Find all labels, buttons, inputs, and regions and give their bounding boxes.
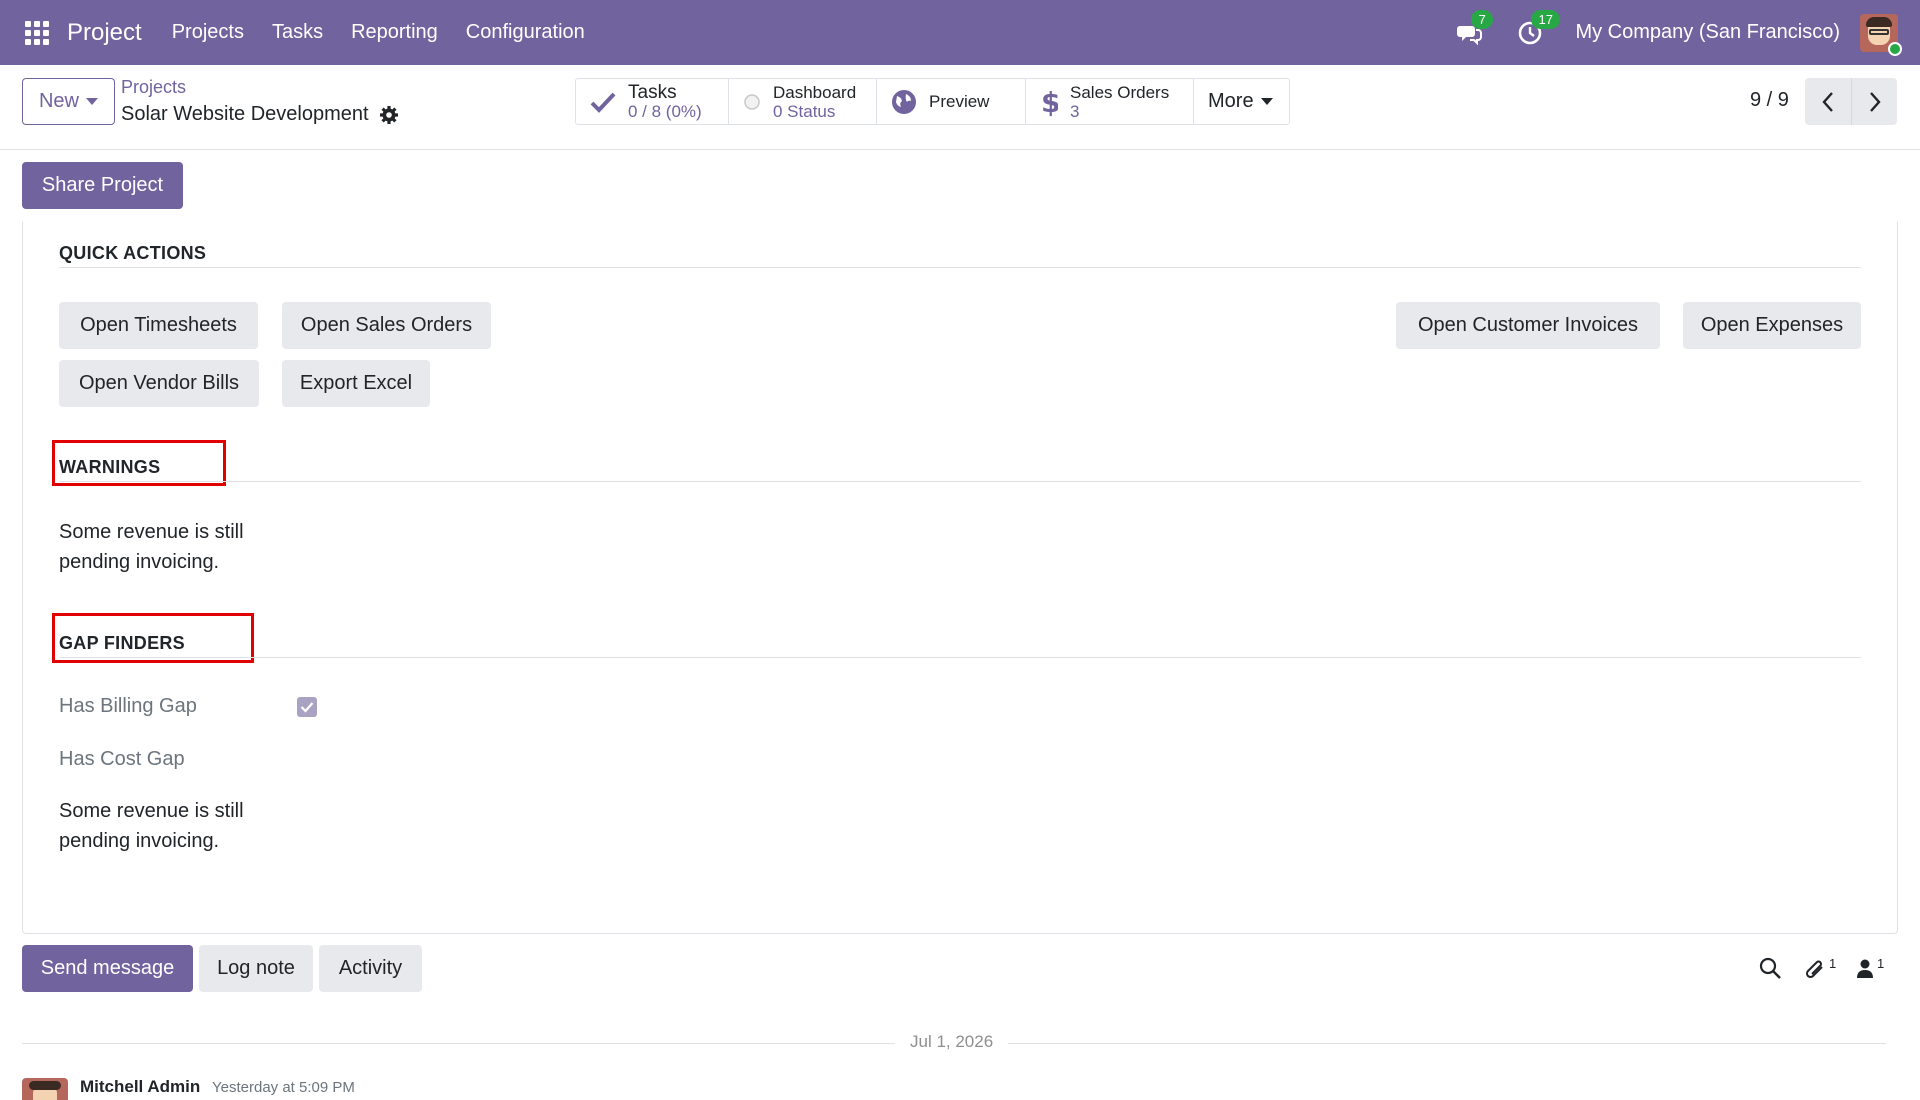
- menu-configuration[interactable]: Configuration: [452, 21, 599, 44]
- warnings-text: Some revenue is still pending invoicing.: [59, 517, 244, 577]
- record-name: Solar Website Development: [121, 103, 369, 125]
- menu-projects[interactable]: Projects: [158, 21, 258, 44]
- check-icon: [590, 92, 616, 113]
- followers-button[interactable]: 1: [1856, 956, 1884, 982]
- open-customer-invoices-button[interactable]: Open Customer Invoices: [1396, 302, 1660, 349]
- company-switcher[interactable]: My Company (San Francisco): [1575, 21, 1840, 44]
- attachments-count: 1: [1829, 956, 1837, 971]
- record-title: Solar Website Development: [121, 103, 399, 126]
- dollar-icon: $: [1041, 87, 1058, 117]
- activities-count-badge: 17: [1531, 9, 1560, 29]
- user-avatar[interactable]: [1860, 13, 1902, 56]
- warnings-line-1: Some revenue is still: [59, 521, 244, 543]
- tasks-value: 0 / 8 (0%): [628, 101, 702, 121]
- activities-button[interactable]: 17: [1515, 9, 1560, 48]
- messages-count-badge: 7: [1471, 9, 1493, 29]
- send-message-button[interactable]: Send message: [22, 945, 193, 992]
- globe-icon: [892, 89, 916, 114]
- open-timesheets-button[interactable]: Open Timesheets: [59, 302, 258, 349]
- gap-note-line-1: Some revenue is still: [59, 800, 244, 822]
- menu-tasks[interactable]: Tasks: [258, 21, 337, 44]
- navbar-systray: 7 17 My Company (San Francisco): [1455, 0, 1920, 65]
- more-label: More: [1208, 90, 1254, 112]
- section-divider: [59, 267, 1861, 268]
- apps-menu-icon[interactable]: [25, 20, 49, 45]
- section-divider: [59, 481, 1861, 482]
- message-time: Yesterday at 5:09 PM: [212, 1079, 355, 1096]
- followers-count: 1: [1877, 956, 1885, 971]
- svg-text:$: $: [1041, 87, 1058, 117]
- app-name[interactable]: Project: [67, 19, 142, 47]
- menu-reporting[interactable]: Reporting: [337, 21, 452, 44]
- open-sales-orders-button[interactable]: Open Sales Orders: [282, 302, 491, 349]
- pager-previous-button[interactable]: [1805, 78, 1851, 125]
- smart-buttons: Tasks 0 / 8 (0%) Dashboard 0 Status Prev…: [575, 78, 1290, 125]
- tasks-stat-button[interactable]: Tasks 0 / 8 (0%): [576, 79, 729, 124]
- export-excel-button[interactable]: Export Excel: [282, 360, 430, 407]
- activity-button[interactable]: Activity: [319, 945, 422, 992]
- quick-actions-title: QUICK ACTIONS: [59, 243, 207, 263]
- breadcrumb-projects[interactable]: Projects: [121, 77, 186, 98]
- gap-note-line-2: pending invoicing.: [59, 830, 220, 852]
- sales-orders-stat-button[interactable]: $ Sales Orders 3: [1026, 79, 1194, 124]
- gap-finders-title: GAP FINDERS: [59, 633, 185, 653]
- chevron-left-icon: [1822, 91, 1833, 112]
- section-divider: [59, 657, 1861, 658]
- message-author[interactable]: Mitchell Admin: [80, 1077, 200, 1097]
- dashboard-stat-button[interactable]: Dashboard 0 Status: [729, 79, 877, 124]
- pager-value[interactable]: 9 / 9: [1750, 89, 1789, 112]
- caret-down-icon: [86, 98, 98, 105]
- sales-orders-value: 3: [1070, 101, 1080, 121]
- chevron-right-icon: [1869, 91, 1881, 112]
- has-billing-gap-checkbox[interactable]: [297, 697, 317, 717]
- new-button-label: New: [38, 90, 79, 112]
- date-separator-label: Jul 1, 2026: [895, 1032, 1009, 1052]
- open-expenses-button[interactable]: Open Expenses: [1683, 302, 1861, 349]
- sales-orders-label: Sales Orders: [1070, 82, 1170, 102]
- control-panel: New Projects Solar Website Development T…: [0, 65, 1920, 150]
- has-billing-gap-label: Has Billing Gap: [59, 695, 197, 717]
- dashboard-value: 0 Status: [773, 101, 836, 121]
- log-note-button[interactable]: Log note: [199, 945, 313, 992]
- pager-next-button[interactable]: [1851, 78, 1897, 125]
- checkmark-icon: [300, 702, 314, 713]
- caret-down-icon: [1260, 98, 1273, 105]
- online-status-icon: [1888, 41, 1902, 56]
- has-cost-gap-label: Has Cost Gap: [59, 748, 185, 770]
- message-author-avatar[interactable]: [22, 1078, 68, 1100]
- top-navbar: Project Projects Tasks Reporting Configu…: [0, 0, 1920, 65]
- warnings-title: WARNINGS: [59, 457, 161, 477]
- search-icon: [1759, 957, 1781, 979]
- attachments-button[interactable]: 1: [1802, 956, 1836, 982]
- preview-button[interactable]: Preview: [877, 79, 1026, 124]
- user-icon: [1857, 959, 1873, 978]
- messages-button[interactable]: 7: [1455, 9, 1493, 48]
- tasks-label: Tasks: [628, 81, 677, 103]
- new-button[interactable]: New: [22, 78, 115, 125]
- more-button[interactable]: More: [1194, 79, 1289, 124]
- share-project-button[interactable]: Share Project: [22, 162, 183, 209]
- warnings-line-2: pending invoicing.: [59, 551, 220, 573]
- search-messages-button[interactable]: [1758, 956, 1782, 982]
- gap-finders-note: Some revenue is still pending invoicing.: [59, 796, 244, 856]
- dashboard-label: Dashboard: [773, 82, 857, 102]
- gear-icon[interactable]: [379, 105, 399, 125]
- status-circle-icon: [744, 93, 760, 110]
- paperclip-icon: [1805, 960, 1823, 979]
- preview-label: Preview: [929, 92, 990, 111]
- open-vendor-bills-button[interactable]: Open Vendor Bills: [59, 360, 259, 407]
